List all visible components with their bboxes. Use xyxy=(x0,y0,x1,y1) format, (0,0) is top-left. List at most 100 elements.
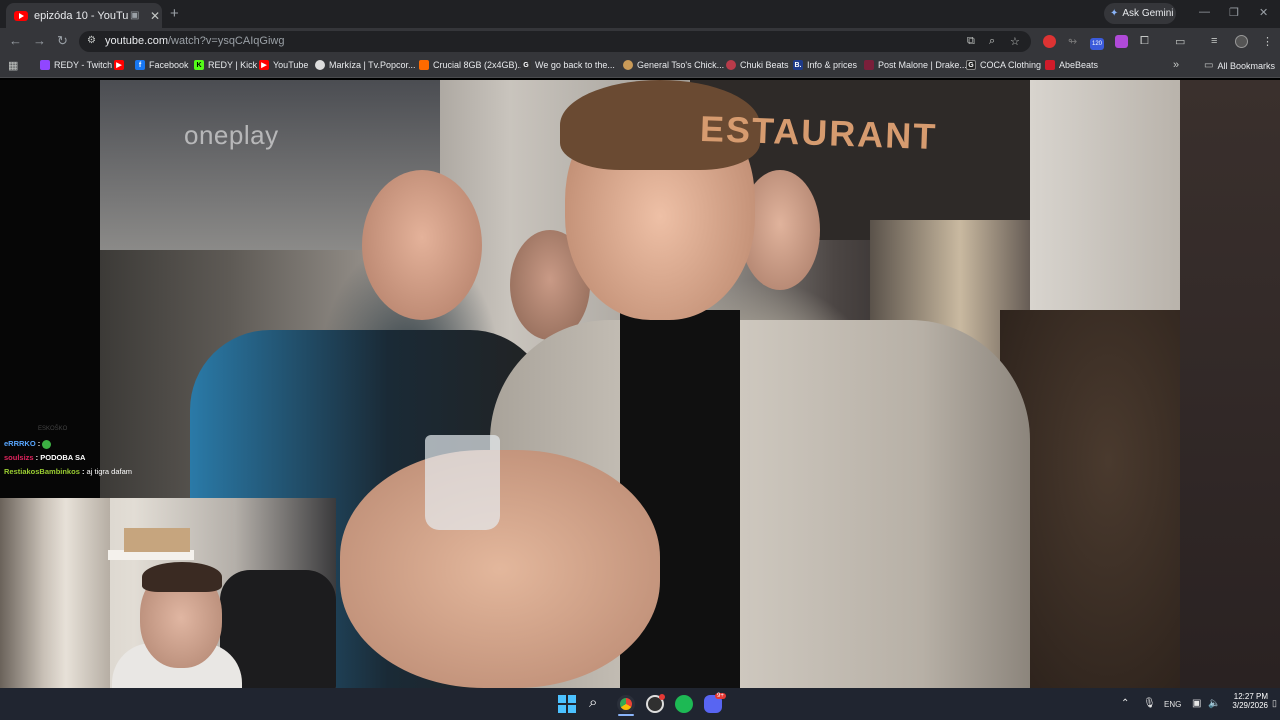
chat-message: RestiakosBambinkos : aj tigra dafam xyxy=(4,467,132,476)
gemini-icon: ✦ xyxy=(1110,8,1119,19)
bookmark-label: Facebook xyxy=(149,60,189,70)
all-bookmarks-label: All Bookmarks xyxy=(1217,60,1275,71)
tab-close-button[interactable]: ✕ xyxy=(150,9,160,23)
bookmark-item[interactable]: f Facebook xyxy=(135,60,189,70)
chrome-icon[interactable] xyxy=(617,695,635,713)
menu-kebab-icon[interactable]: ⋮ xyxy=(1262,35,1273,48)
language-indicator[interactable]: ENG xyxy=(1164,700,1181,709)
abebeats-icon xyxy=(1045,60,1055,70)
ask-gemini-button[interactable]: ✦ Ask Gemini xyxy=(1104,3,1176,24)
bookmark-label: Info & prices xyxy=(807,60,858,70)
all-bookmarks-button[interactable]: ▭ All Bookmarks xyxy=(1204,60,1275,71)
bookmark-label: Markíza | Tv.Popcor... xyxy=(329,60,416,70)
bookmark-item[interactable]: B. Info & prices xyxy=(793,60,857,70)
raised-hand xyxy=(340,450,660,688)
chat-username: soulsizs xyxy=(4,453,34,462)
apps-grid-icon[interactable]: ▦ xyxy=(8,59,18,72)
bookmark-item[interactable]: ▶ YouTube xyxy=(259,60,308,70)
discord-badge: 9+ xyxy=(715,693,726,699)
bookmarks-overflow-button[interactable]: » xyxy=(1173,59,1179,71)
post-malone-icon xyxy=(864,60,874,70)
bookmark-label: REDY | Kick xyxy=(208,60,258,70)
bookmark-star-icon[interactable]: ☆ xyxy=(1010,35,1020,48)
bookmark-label: Post Malone | Drake... xyxy=(878,60,967,70)
folder-icon: ▭ xyxy=(1204,60,1214,71)
tab-title: epizóda 10 - YouTube xyxy=(34,9,128,22)
chat-overlay-background xyxy=(0,80,100,500)
clock[interactable]: 12:27 PM 3/29/2026 xyxy=(1208,692,1268,710)
clock-date: 3/29/2026 xyxy=(1232,701,1268,710)
shot-glass xyxy=(425,435,500,530)
notification-icon[interactable]: ▯ xyxy=(1272,698,1277,709)
minimize-button[interactable]: — xyxy=(1199,6,1210,18)
bookmark-item[interactable]: AbeBeats xyxy=(1045,60,1098,70)
chat-text: PODOBA SA xyxy=(40,453,86,462)
back-button[interactable]: ← xyxy=(9,33,22,48)
bookmark-label: AbeBeats xyxy=(1059,60,1099,70)
extensions-puzzle-icon[interactable]: ⧠ xyxy=(1140,35,1149,48)
search-icon[interactable]: ⌕ xyxy=(589,694,597,711)
windows-taskbar xyxy=(0,688,1280,720)
zoom-icon[interactable]: ⌕ xyxy=(989,35,995,48)
browser-tab[interactable]: epizóda 10 - YouTube ▣ ✕ xyxy=(6,3,162,28)
bookmark-item[interactable]: Chuki Beats xyxy=(726,60,789,70)
stream-side-background xyxy=(1180,80,1280,688)
markiza-icon xyxy=(315,60,325,70)
close-window-button[interactable]: ✕ xyxy=(1259,6,1268,19)
site-info-icon[interactable]: ⚙ xyxy=(87,35,96,46)
chat-text: aj tigra dafam xyxy=(86,467,132,476)
webcam-overlay xyxy=(0,498,336,690)
tab-strip xyxy=(0,0,1280,28)
new-tab-button[interactable]: + xyxy=(170,5,179,22)
obs-recording-dot xyxy=(659,694,665,700)
bookmark-item[interactable]: General Tso's Chick... xyxy=(623,60,724,70)
bookmark-item[interactable]: K REDY | Kick xyxy=(194,60,257,70)
tray-overflow-icon[interactable]: ⌃ xyxy=(1121,698,1129,709)
chat-username: RestiakosBambinkos xyxy=(4,467,80,476)
crucial-icon xyxy=(419,60,429,70)
extension-arrow-icon[interactable]: ↬ xyxy=(1068,35,1077,48)
extension-badge-icon[interactable]: 120 xyxy=(1090,38,1104,50)
bookmark-label: REDY - Twitch xyxy=(54,60,113,70)
chat-message: eRRRKO : xyxy=(4,439,52,449)
b-icon: B. xyxy=(793,60,803,70)
bookmark-label: COCA Clothing xyxy=(980,60,1042,70)
profile-avatar[interactable] xyxy=(1235,35,1248,48)
bookmark-item[interactable]: Post Malone | Drake... xyxy=(864,60,967,70)
spotify-icon[interactable] xyxy=(675,695,693,713)
media-playing-icon[interactable]: ▣ xyxy=(130,10,144,21)
face-glasses-man xyxy=(362,170,482,320)
coca-icon: G xyxy=(966,60,976,70)
bookmark-item[interactable]: REDY - Twitch xyxy=(40,60,112,70)
bookmark-label: YouTube xyxy=(273,60,309,70)
recipe-icon xyxy=(623,60,633,70)
microphone-icon[interactable]: 🎙 xyxy=(1143,698,1156,709)
bookmark-item[interactable]: Crucial 8GB (2x4GB)... xyxy=(419,60,525,70)
extension-purple-icon[interactable] xyxy=(1115,35,1128,48)
url-path: /watch?v=ysqCAIqGiwg xyxy=(167,35,285,47)
twitch-icon xyxy=(40,60,50,70)
bookmark-item[interactable]: G COCA Clothing xyxy=(966,60,1041,70)
url-text[interactable]: youtube.com/watch?v=ysqCAIqGiwg xyxy=(105,35,284,47)
bookmark-label: Crucial 8GB (2x4GB)... xyxy=(433,60,526,70)
chrome-active-indicator xyxy=(618,714,634,716)
cast-icon[interactable]: ⧉ xyxy=(967,35,975,48)
reload-button[interactable]: ↻ xyxy=(57,33,68,49)
extension-red-icon[interactable] xyxy=(1043,35,1056,48)
network-icon[interactable]: ▣ xyxy=(1192,698,1201,709)
streamer-hair xyxy=(142,562,222,592)
media-controls-icon[interactable]: ≡ xyxy=(1211,35,1217,47)
restore-button[interactable]: ❐ xyxy=(1229,6,1239,19)
windows-start-icon[interactable] xyxy=(558,695,576,713)
side-panel-icon[interactable]: ▭ xyxy=(1175,35,1185,48)
bookmark-item[interactable]: ▶ xyxy=(114,60,128,70)
clock-time: 12:27 PM xyxy=(1233,692,1268,701)
bookmark-item[interactable]: Markíza | Tv.Popcor... xyxy=(315,60,416,70)
chat-message: soulsizs : PODOBA SA xyxy=(4,453,86,462)
forward-button[interactable]: → xyxy=(33,33,46,48)
bookmark-label: General Tso's Chick... xyxy=(637,60,725,70)
google-icon: G xyxy=(521,60,531,70)
bookmark-item[interactable]: G We go back to the... xyxy=(521,60,615,70)
bookmark-label: We go back to the... xyxy=(535,60,615,70)
chat-faded-line: ESKOŠKO xyxy=(38,426,68,432)
